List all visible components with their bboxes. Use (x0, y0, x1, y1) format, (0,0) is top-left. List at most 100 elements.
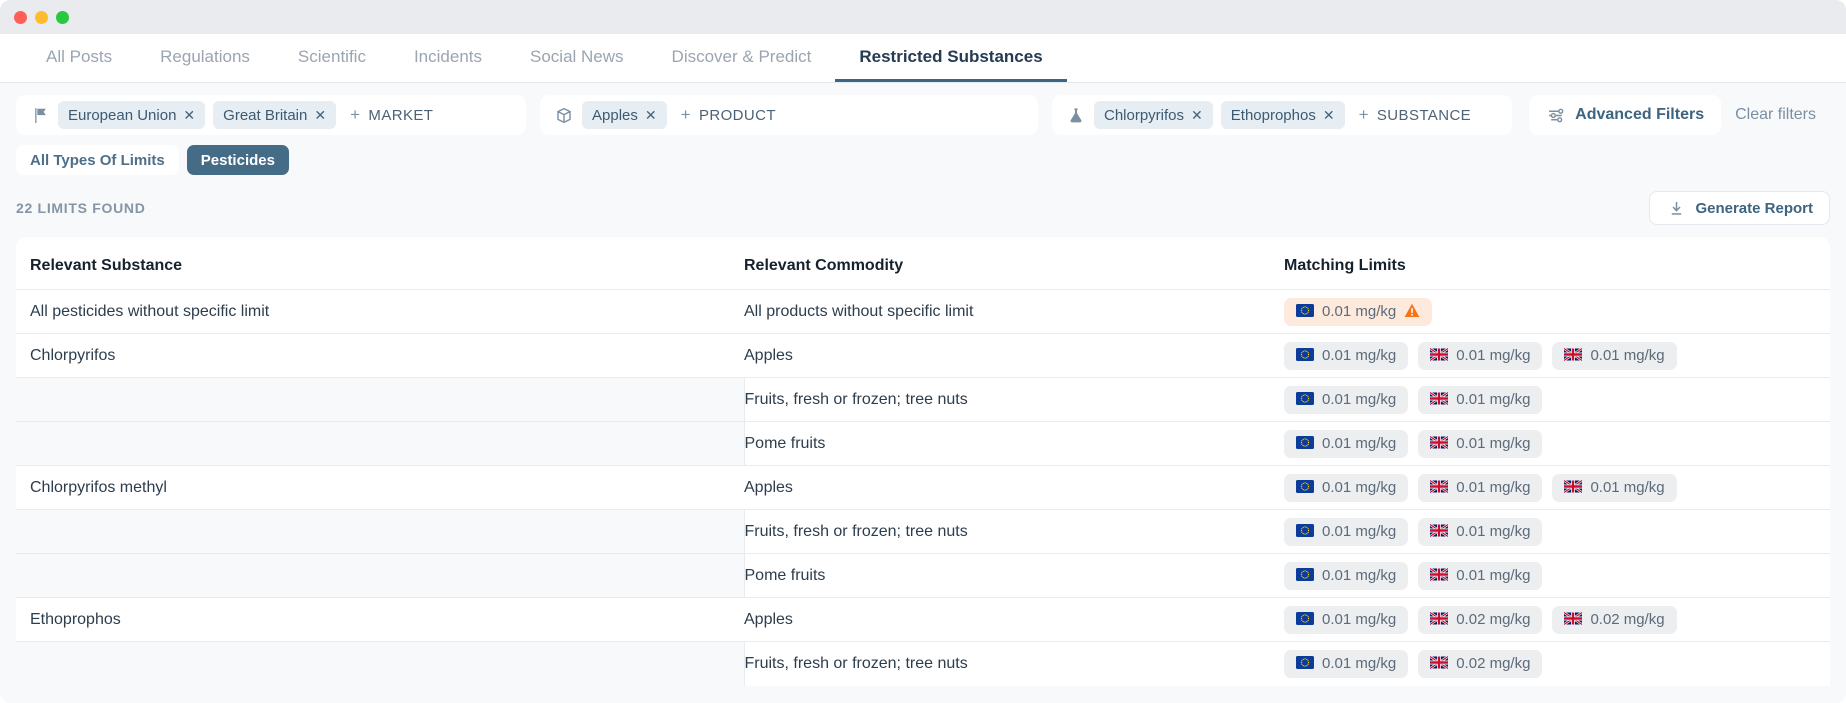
limit-value: 0.01 mg/kg (1456, 567, 1531, 584)
cell-relevant-commodity: Fruits, fresh or frozen; tree nuts (744, 509, 1284, 554)
table-row[interactable]: Chlorpyrifos Apples 0.01 mg/kg 0.01 mg/kg 0.… (16, 333, 1830, 378)
limit-chip[interactable]: 0.01 mg/kg (1284, 297, 1433, 326)
add-market-button[interactable]: + MARKET (344, 105, 439, 125)
flag-icon (30, 105, 50, 125)
limit-type-all-types-of-limits[interactable]: All Types Of Limits (16, 145, 179, 175)
limit-chip[interactable]: 0.01 mg/kg (1418, 341, 1543, 370)
close-icon[interactable]: ✕ (314, 108, 326, 122)
box-icon (554, 105, 574, 125)
generate-report-button[interactable]: Generate Report (1649, 191, 1830, 225)
market-filter-group[interactable]: European Union ✕ Great Britain ✕ + MARKE… (16, 95, 526, 135)
gb-flag-icon (1429, 611, 1449, 627)
cell-relevant-substance: Ethoprophos (16, 597, 744, 642)
limit-chip[interactable]: 0.01 mg/kg (1552, 473, 1677, 502)
add-substance-button[interactable]: + SUBSTANCE (1353, 105, 1478, 125)
limit-value: 0.01 mg/kg (1322, 655, 1397, 673)
limit-chip-list: 0.01 mg/kg 0.01 mg/kg (1284, 517, 1816, 546)
limit-chip[interactable]: 0.01 mg/kg (1284, 605, 1409, 634)
limits-table: Relevant Substance Relevant Commodity Ma… (16, 237, 1830, 686)
cell-relevant-substance: All pesticides without specific limit (16, 289, 744, 334)
limit-value: 0.01 mg/kg (1590, 347, 1665, 364)
filter-chip-chlorpyrifos[interactable]: Chlorpyrifos ✕ (1094, 101, 1213, 129)
cell-relevant-substance: Chlorpyrifos (16, 333, 744, 378)
limit-chip[interactable]: 0.02 mg/kg (1552, 605, 1677, 634)
limit-chip[interactable]: 0.01 mg/kg (1284, 341, 1409, 370)
gb-flag-icon (1429, 479, 1449, 495)
warning-icon (1404, 303, 1420, 321)
column-header-relevant-substance: Relevant Substance (30, 257, 183, 274)
filter-chip-ethoprophos[interactable]: Ethoprophos ✕ (1220, 101, 1345, 129)
maximize-window-button[interactable] (56, 10, 69, 24)
gb-flag-icon (1563, 347, 1584, 363)
cell-matching-limits: 0.01 mg/kg 0.01 mg/kg (1284, 553, 1830, 598)
limit-chip[interactable]: 0.01 mg/kg (1418, 385, 1543, 414)
limits-found-count: 22 LIMITS FOUND (16, 200, 146, 216)
tab-all-posts[interactable]: All Posts (22, 34, 136, 82)
flask-icon (1066, 105, 1086, 125)
limit-chip-list: 0.01 mg/kg 0.01 mg/kg 0.01 mg/kg (1284, 473, 1816, 502)
add-product-button[interactable]: + PRODUCT (675, 105, 782, 125)
limit-type-toggle-group: All Types Of Limits Pesticides (0, 135, 1846, 175)
limit-chip[interactable]: 0.01 mg/kg (1418, 429, 1543, 458)
cell-relevant-commodity: Apples (744, 597, 1284, 642)
clear-filters-button[interactable]: Clear filters (1735, 106, 1830, 124)
filter-chip-european-union[interactable]: European Union ✕ (58, 101, 206, 129)
limit-chip[interactable]: 0.01 mg/kg (1552, 341, 1677, 370)
limit-chip[interactable]: 0.01 mg/kg (1284, 517, 1409, 546)
cell-relevant-substance: Chlorpyrifos methyl (16, 465, 744, 510)
close-icon[interactable]: ✕ (645, 108, 657, 122)
table-row[interactable]: Pome fruits 0.01 mg/kg 0.01 mg/kg (16, 553, 1830, 598)
column-header-relevant-commodity: Relevant Commodity (744, 257, 904, 274)
gb-flag-icon (1563, 611, 1584, 627)
close-icon[interactable]: ✕ (1323, 108, 1335, 122)
limit-chip[interactable]: 0.01 mg/kg (1418, 517, 1543, 546)
substance-filter-group[interactable]: Chlorpyrifos ✕ Ethoprophos ✕ + SUBSTANCE (1052, 95, 1512, 135)
tab-regulations[interactable]: Regulations (136, 34, 274, 82)
table-row[interactable]: Fruits, fresh or frozen; tree nuts 0.01 m… (16, 509, 1830, 554)
eu-flag-icon (1296, 612, 1314, 627)
limit-chip[interactable]: 0.01 mg/kg (1418, 561, 1543, 590)
filter-chip-apples[interactable]: Apples ✕ (582, 101, 667, 129)
limit-chip-list: 0.01 mg/kg 0.02 mg/kg 0.02 mg/kg (1284, 605, 1816, 634)
close-window-button[interactable] (14, 10, 27, 24)
table-row[interactable]: Chlorpyrifos methyl Apples 0.01 mg/kg 0.01 … (16, 465, 1830, 510)
limit-value: 0.01 mg/kg (1322, 479, 1397, 496)
limit-value: 0.01 mg/kg (1322, 303, 1397, 320)
table-row[interactable]: Fruits, fresh or frozen; tree nuts 0.01 m… (16, 377, 1830, 422)
tab-social-news[interactable]: Social News (506, 34, 648, 82)
close-icon[interactable]: ✕ (183, 108, 195, 122)
tab-discover-predict[interactable]: Discover & Predict (648, 34, 836, 82)
limit-value: 0.02 mg/kg (1456, 655, 1531, 673)
tab-incidents[interactable]: Incidents (390, 34, 506, 82)
table-row[interactable]: Ethoprophos Apples 0.01 mg/kg 0.02 mg/kg 0.0… (16, 597, 1830, 642)
limit-value: 0.01 mg/kg (1456, 523, 1531, 540)
limit-type-pesticides[interactable]: Pesticides (186, 145, 289, 175)
limit-chip[interactable]: 0.01 mg/kg (1284, 473, 1409, 502)
table-row[interactable]: Fruits, fresh or frozen; tree nuts 0.01 m… (16, 641, 1830, 686)
gb-flag-icon (1429, 567, 1449, 583)
limit-chip[interactable]: 0.01 mg/kg (1284, 385, 1409, 414)
eu-flag-icon (1296, 656, 1314, 671)
cell-relevant-substance (16, 377, 745, 422)
limit-chip[interactable]: 0.02 mg/kg (1418, 605, 1543, 634)
limit-chip[interactable]: 0.01 mg/kg (1284, 561, 1409, 590)
limit-value: 0.01 mg/kg (1590, 479, 1665, 496)
plus-icon: + (680, 105, 691, 124)
close-icon[interactable]: ✕ (1191, 108, 1203, 122)
limit-chip[interactable]: 0.01 mg/kg (1284, 429, 1409, 458)
minimize-window-button[interactable] (35, 10, 48, 24)
table-row[interactable]: All pesticides without specific limit All… (16, 289, 1830, 334)
filter-chip-great-britain[interactable]: Great Britain ✕ (213, 101, 337, 129)
tab-restricted-substances[interactable]: Restricted Substances (835, 34, 1067, 82)
product-filter-group[interactable]: Apples ✕ + PRODUCT (540, 95, 1038, 135)
limit-chip-list: 0.01 mg/kg 0.01 mg/kg (1284, 561, 1816, 590)
tab-scientific[interactable]: Scientific (274, 34, 390, 82)
app-window: All Posts Regulations Scientific Incidents S… (0, 0, 1846, 703)
advanced-filters-button[interactable]: Advanced Filters (1529, 95, 1722, 135)
limit-chip[interactable]: 0.01 mg/kg (1284, 649, 1409, 678)
table-row[interactable]: Pome fruits 0.01 mg/kg 0.01 mg/kg (16, 421, 1830, 466)
limit-chip[interactable]: 0.01 mg/kg (1418, 473, 1543, 502)
limit-value: 0.01 mg/kg (1456, 479, 1531, 496)
limit-chip[interactable]: 0.02 mg/kg (1418, 649, 1543, 678)
cell-relevant-substance (16, 553, 745, 598)
